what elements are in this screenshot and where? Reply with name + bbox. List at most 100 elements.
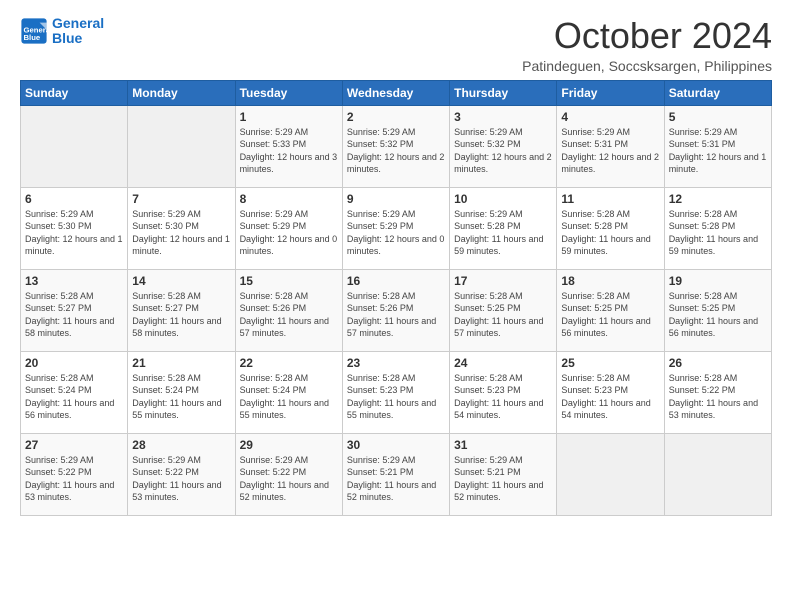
day-number: 23 [347,356,445,370]
sunrise-text: Sunrise: 5:28 AM [240,291,309,301]
calendar-cell: 11 Sunrise: 5:28 AM Sunset: 5:28 PM Dayl… [557,187,664,269]
daylight-text: Daylight: 11 hours and 54 minutes. [561,398,650,421]
day-number: 12 [669,192,767,206]
sunset-text: Sunset: 5:22 PM [669,385,736,395]
daylight-text: Daylight: 11 hours and 58 minutes. [132,316,221,339]
day-number: 3 [454,110,552,124]
sunset-text: Sunset: 5:31 PM [561,139,628,149]
sunrise-text: Sunrise: 5:29 AM [132,455,201,465]
day-number: 25 [561,356,659,370]
day-number: 6 [25,192,123,206]
daylight-text: Daylight: 11 hours and 59 minutes. [454,234,543,257]
sunset-text: Sunset: 5:24 PM [25,385,92,395]
daylight-text: Daylight: 11 hours and 59 minutes. [669,234,758,257]
calendar-cell: 5 Sunrise: 5:29 AM Sunset: 5:31 PM Dayli… [664,105,771,187]
weekday-header-sunday: Sunday [21,80,128,105]
sunset-text: Sunset: 5:24 PM [132,385,199,395]
daylight-text: Daylight: 11 hours and 52 minutes. [347,480,436,503]
logo-text: General Blue [52,16,104,47]
sunset-text: Sunset: 5:32 PM [347,139,414,149]
sunset-text: Sunset: 5:21 PM [347,467,414,477]
daylight-text: Daylight: 11 hours and 56 minutes. [561,316,650,339]
calendar-cell: 14 Sunrise: 5:28 AM Sunset: 5:27 PM Dayl… [128,269,235,351]
day-number: 24 [454,356,552,370]
weekday-header-friday: Friday [557,80,664,105]
daylight-text: Daylight: 11 hours and 57 minutes. [240,316,329,339]
day-number: 17 [454,274,552,288]
header-row: SundayMondayTuesdayWednesdayThursdayFrid… [21,80,772,105]
calendar-cell: 9 Sunrise: 5:29 AM Sunset: 5:29 PM Dayli… [342,187,449,269]
sunrise-text: Sunrise: 5:29 AM [25,455,94,465]
header: General Blue General Blue October 2024 P… [20,16,772,74]
daylight-text: Daylight: 12 hours and 2 minutes. [454,152,552,175]
daylight-text: Daylight: 11 hours and 59 minutes. [561,234,650,257]
sunrise-text: Sunrise: 5:28 AM [132,373,201,383]
sunset-text: Sunset: 5:28 PM [669,221,736,231]
sunset-text: Sunset: 5:25 PM [561,303,628,313]
day-number: 7 [132,192,230,206]
calendar-cell: 13 Sunrise: 5:28 AM Sunset: 5:27 PM Dayl… [21,269,128,351]
sunset-text: Sunset: 5:31 PM [669,139,736,149]
daylight-text: Daylight: 11 hours and 55 minutes. [240,398,329,421]
sunrise-text: Sunrise: 5:29 AM [561,127,630,137]
calendar-cell: 22 Sunrise: 5:28 AM Sunset: 5:24 PM Dayl… [235,351,342,433]
sunset-text: Sunset: 5:22 PM [25,467,92,477]
sunrise-text: Sunrise: 5:29 AM [240,455,309,465]
calendar-week-row: 1 Sunrise: 5:29 AM Sunset: 5:33 PM Dayli… [21,105,772,187]
sunrise-text: Sunrise: 5:29 AM [347,127,416,137]
calendar-cell: 7 Sunrise: 5:29 AM Sunset: 5:30 PM Dayli… [128,187,235,269]
sunrise-text: Sunrise: 5:28 AM [240,373,309,383]
day-number: 20 [25,356,123,370]
calendar-cell: 12 Sunrise: 5:28 AM Sunset: 5:28 PM Dayl… [664,187,771,269]
sunset-text: Sunset: 5:30 PM [132,221,199,231]
calendar-cell: 18 Sunrise: 5:28 AM Sunset: 5:25 PM Dayl… [557,269,664,351]
calendar-cell: 27 Sunrise: 5:29 AM Sunset: 5:22 PM Dayl… [21,433,128,515]
day-number: 14 [132,274,230,288]
calendar-week-row: 27 Sunrise: 5:29 AM Sunset: 5:22 PM Dayl… [21,433,772,515]
calendar-cell: 3 Sunrise: 5:29 AM Sunset: 5:32 PM Dayli… [450,105,557,187]
sunrise-text: Sunrise: 5:28 AM [25,291,94,301]
sunrise-text: Sunrise: 5:29 AM [25,209,94,219]
calendar-cell [128,105,235,187]
day-number: 21 [132,356,230,370]
sunset-text: Sunset: 5:25 PM [454,303,521,313]
sunset-text: Sunset: 5:32 PM [454,139,521,149]
calendar-table: SundayMondayTuesdayWednesdayThursdayFrid… [20,80,772,516]
sunrise-text: Sunrise: 5:28 AM [347,291,416,301]
calendar-cell: 31 Sunrise: 5:29 AM Sunset: 5:21 PM Dayl… [450,433,557,515]
sunset-text: Sunset: 5:25 PM [669,303,736,313]
sunrise-text: Sunrise: 5:29 AM [347,209,416,219]
daylight-text: Daylight: 11 hours and 57 minutes. [347,316,436,339]
sunset-text: Sunset: 5:22 PM [240,467,307,477]
daylight-text: Daylight: 11 hours and 55 minutes. [132,398,221,421]
calendar-cell: 2 Sunrise: 5:29 AM Sunset: 5:32 PM Dayli… [342,105,449,187]
weekday-header-monday: Monday [128,80,235,105]
sunset-text: Sunset: 5:29 PM [240,221,307,231]
sunset-text: Sunset: 5:23 PM [561,385,628,395]
month-title: October 2024 [522,16,772,56]
calendar-cell: 20 Sunrise: 5:28 AM Sunset: 5:24 PM Dayl… [21,351,128,433]
sunrise-text: Sunrise: 5:28 AM [669,209,738,219]
daylight-text: Daylight: 11 hours and 52 minutes. [240,480,329,503]
daylight-text: Daylight: 12 hours and 1 minute. [25,234,123,257]
day-number: 27 [25,438,123,452]
calendar-cell: 6 Sunrise: 5:29 AM Sunset: 5:30 PM Dayli… [21,187,128,269]
day-number: 29 [240,438,338,452]
sunset-text: Sunset: 5:22 PM [132,467,199,477]
sunrise-text: Sunrise: 5:29 AM [454,127,523,137]
logo: General Blue General Blue [20,16,104,47]
sunrise-text: Sunrise: 5:28 AM [25,373,94,383]
sunrise-text: Sunrise: 5:29 AM [132,209,201,219]
calendar-cell: 28 Sunrise: 5:29 AM Sunset: 5:22 PM Dayl… [128,433,235,515]
sunset-text: Sunset: 5:26 PM [240,303,307,313]
sunrise-text: Sunrise: 5:28 AM [347,373,416,383]
calendar-cell: 1 Sunrise: 5:29 AM Sunset: 5:33 PM Dayli… [235,105,342,187]
calendar-cell: 25 Sunrise: 5:28 AM Sunset: 5:23 PM Dayl… [557,351,664,433]
daylight-text: Daylight: 12 hours and 1 minute. [132,234,230,257]
calendar-cell: 16 Sunrise: 5:28 AM Sunset: 5:26 PM Dayl… [342,269,449,351]
calendar-cell: 19 Sunrise: 5:28 AM Sunset: 5:25 PM Dayl… [664,269,771,351]
day-number: 19 [669,274,767,288]
sunrise-text: Sunrise: 5:29 AM [240,127,309,137]
calendar-cell: 29 Sunrise: 5:29 AM Sunset: 5:22 PM Dayl… [235,433,342,515]
calendar-cell: 10 Sunrise: 5:29 AM Sunset: 5:28 PM Dayl… [450,187,557,269]
